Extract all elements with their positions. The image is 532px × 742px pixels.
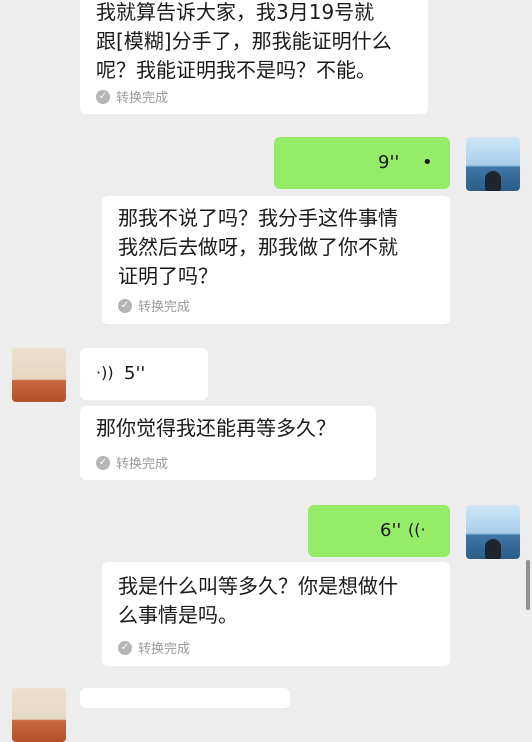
message-5-status: ✓ 转换完成 [96,453,168,472]
message-5-status-text: 转换完成 [116,457,169,472]
message-bubble-7[interactable]: 我是什么叫等多久？你是想做什 么事情是吗。 ✓ 转换完成 [102,562,450,666]
message-7-status-text: 转换完成 [138,642,191,657]
voice-message-5s[interactable]: ·)) 5'' [80,348,208,400]
avatar-left-1[interactable] [12,348,66,402]
message-1-status: ✓ 转换完成 [96,87,168,106]
message-3-line-3: 证明了吗？ [118,264,218,288]
check-icon: ✓ [96,455,110,470]
message-bubble-3[interactable]: 那我不说了吗？我分手这件事情 我然后去做呀，那我做了你不就 证明了吗？ ✓ 转换… [102,196,450,324]
voice-playing-icon: ((· [408,520,426,539]
message-1-line-3: 呢？我能证明我不是吗？不能。 [96,58,376,82]
message-1-line-2: 跟[模糊]分手了，那我能证明什么 [96,29,392,53]
avatar-right-1[interactable] [466,137,520,191]
message-bubble-8-partial[interactable] [80,688,290,708]
message-7-line-1: 我是什么叫等多久？你是想做什 [118,574,398,598]
avatar-left-2[interactable] [12,688,66,742]
voice-duration: 9'' [378,152,400,173]
check-icon: ✓ [118,640,132,655]
message-7-line-2: 么事情是吗。 [118,603,238,627]
voice-icon: • [422,152,433,173]
message-bubble-5[interactable]: 那你觉得我还能再等多久？ ✓ 转换完成 [80,406,376,480]
scrollbar[interactable] [526,560,530,610]
voice-message-6s[interactable]: 6'' ((· [308,505,450,557]
avatar-right-2[interactable] [466,505,520,559]
check-icon: ✓ [96,89,110,104]
message-3-status: ✓ 转换完成 [118,296,190,315]
message-1-status-text: 转换完成 [116,91,169,106]
message-7-status: ✓ 转换完成 [118,638,190,657]
message-5-line-1: 那你觉得我还能再等多久？ [96,416,336,440]
message-bubble-1[interactable]: 我就算告诉大家，我3月19号就 跟[模糊]分手了，那我能证明什么 呢？我能证明我… [80,0,428,114]
voice-message-9s[interactable]: 9'' • [274,137,450,189]
message-1-line-1: 我就算告诉大家，我3月19号就 [96,0,375,24]
avatar-person [485,539,501,559]
message-3-line-1: 那我不说了吗？我分手这件事情 [118,206,398,230]
message-3-line-2: 我然后去做呀，那我做了你不就 [118,235,398,259]
voice-icon: ·)) [96,363,114,382]
avatar-person [485,171,501,191]
voice-duration: 5'' [124,363,146,384]
check-icon: ✓ [118,298,132,313]
voice-duration: 6'' [380,520,402,541]
message-3-status-text: 转换完成 [138,300,191,315]
